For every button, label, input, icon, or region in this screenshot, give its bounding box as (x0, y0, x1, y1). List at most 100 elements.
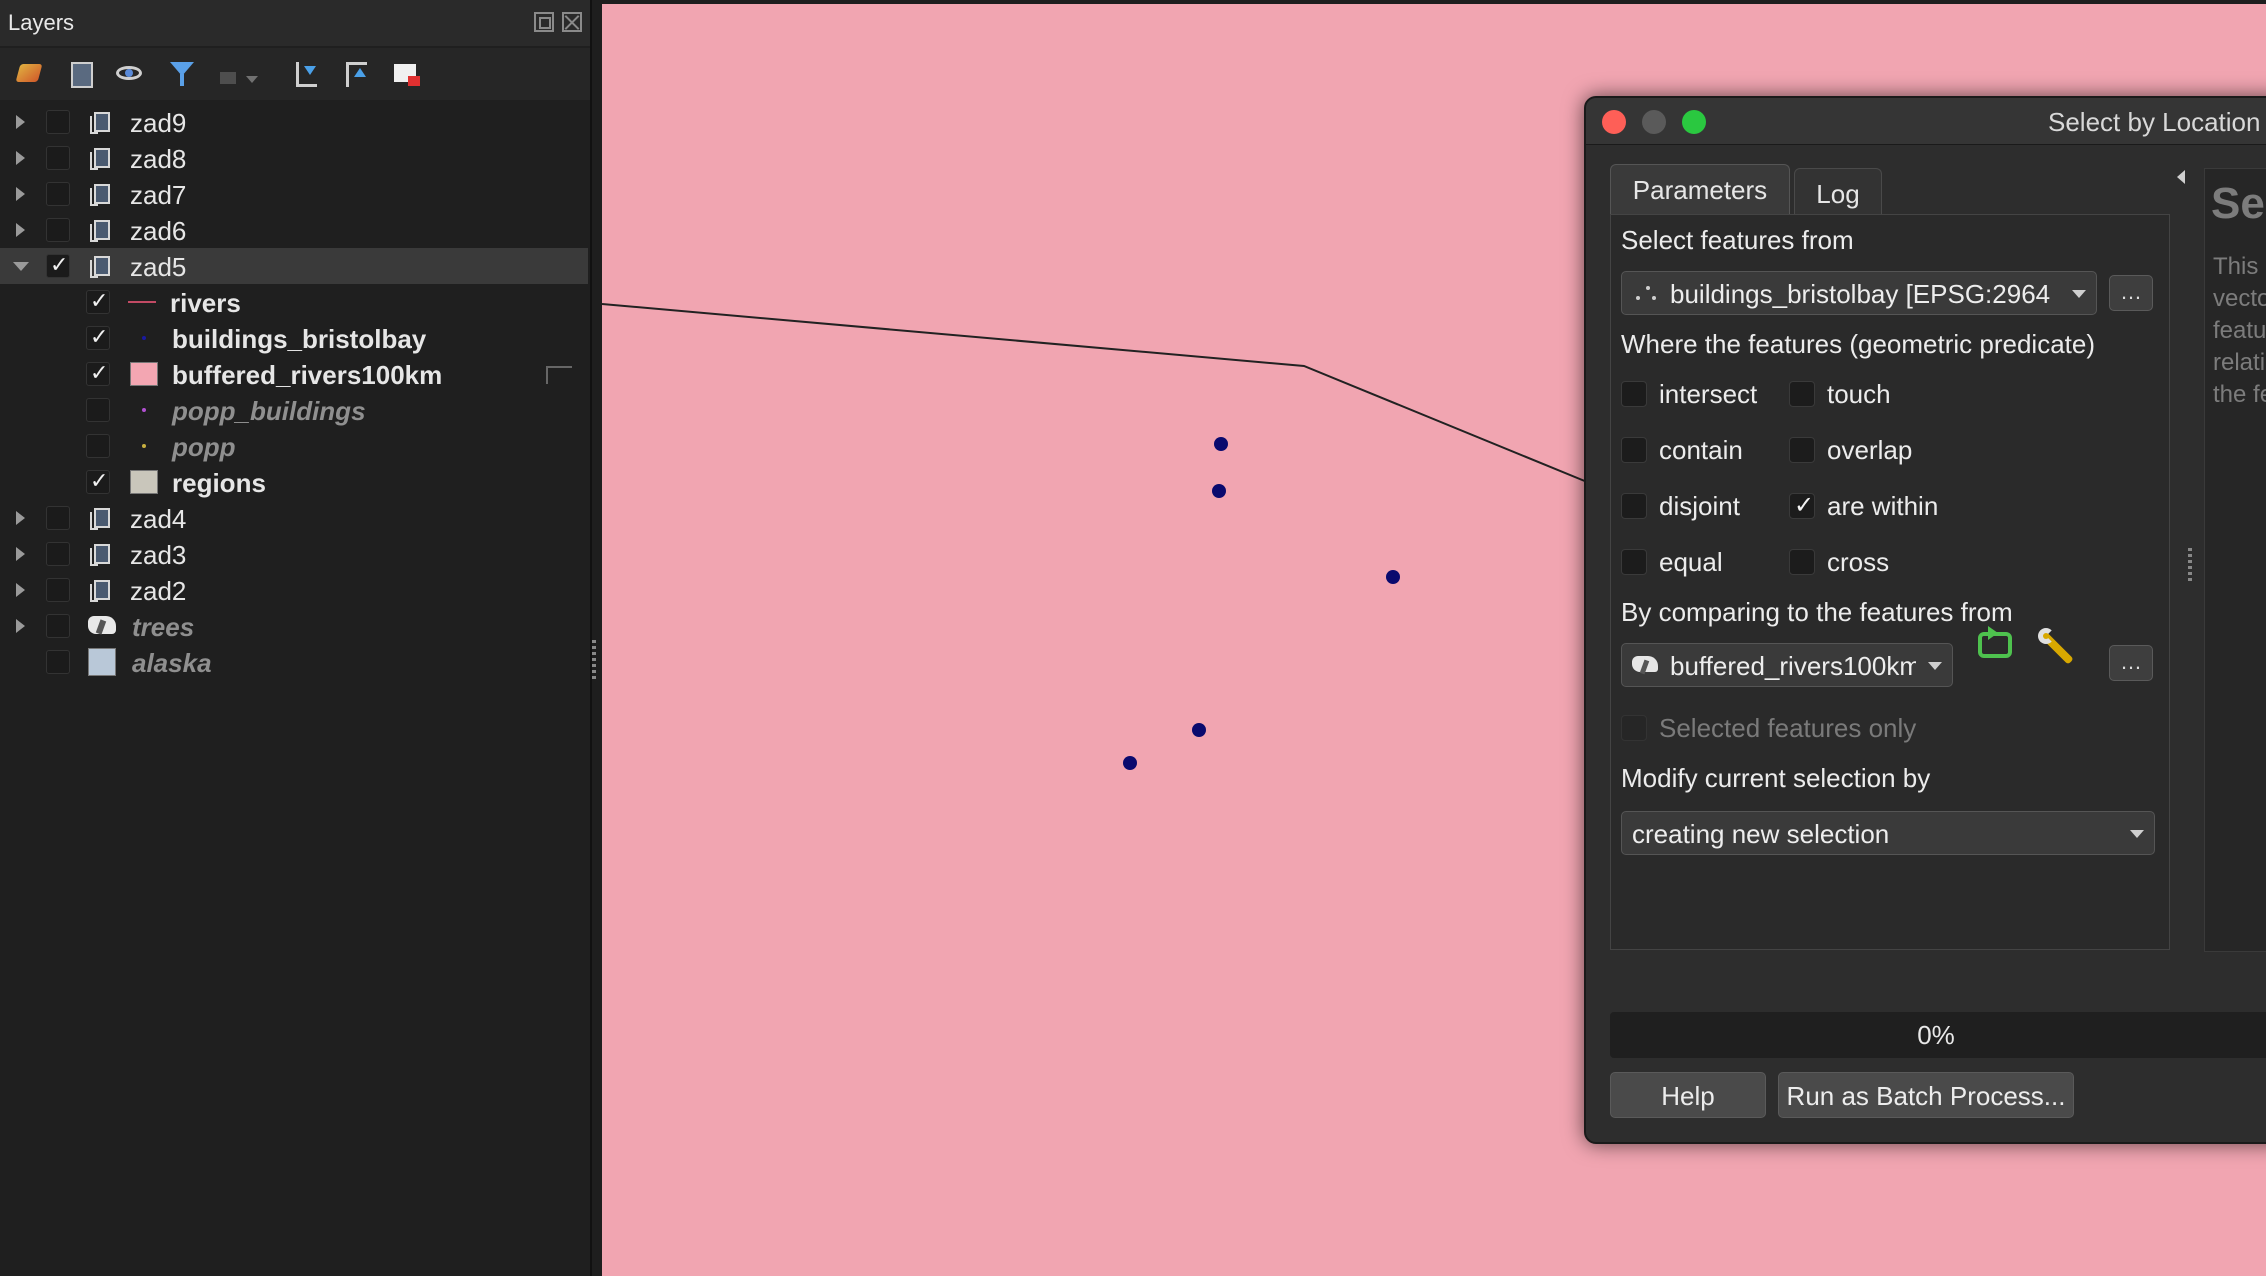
building-point (1192, 723, 1206, 737)
filter-legend-icon[interactable] (166, 58, 198, 90)
layer-popp-buildings[interactable]: popp_buildings (0, 392, 588, 428)
intersect-label: intersect (1659, 379, 1758, 409)
layer-visibility-checkbox[interactable] (86, 469, 110, 494)
window-minimize-icon[interactable] (1642, 110, 1666, 134)
layer-group-icon (90, 182, 114, 206)
expand-arrow-icon[interactable] (16, 151, 25, 165)
collapse-help-arrow-icon[interactable] (2177, 170, 2185, 184)
building-point (1214, 437, 1228, 451)
building-point (1212, 484, 1226, 498)
are-within-checkbox[interactable] (1789, 491, 1815, 519)
layer-group-zad7[interactable]: zad7 (0, 176, 588, 212)
manage-visibility-eye-icon[interactable] (114, 58, 146, 90)
layer-visibility-checkbox[interactable] (86, 361, 110, 386)
overlap-checkbox[interactable] (1789, 437, 1815, 463)
chevron-down-icon (2130, 830, 2144, 838)
layer-visibility-checkbox[interactable] (46, 542, 70, 566)
predicate-label: Where the features (geometric predicate) (1621, 329, 2095, 359)
select-features-options-button[interactable]: … (2109, 275, 2153, 311)
float-panel-icon[interactable] (534, 12, 554, 32)
tab-parameters[interactable]: Parameters (1610, 164, 1790, 214)
filter-by-expression-dropdown-icon[interactable] (216, 58, 258, 90)
layer-visibility-checkbox[interactable] (46, 218, 70, 242)
layer-visibility-checkbox[interactable] (46, 578, 70, 602)
mesh-layer-icon (88, 614, 116, 638)
help-button[interactable]: Help (1610, 1072, 1766, 1118)
layer-visibility-checkbox[interactable] (46, 146, 70, 170)
layer-visibility-checkbox[interactable] (46, 506, 70, 530)
building-point (1123, 756, 1137, 770)
layer-group-zad8[interactable]: zad8 (0, 140, 588, 176)
expand-arrow-icon[interactable] (16, 511, 25, 525)
compare-features-options-button[interactable]: … (2109, 645, 2153, 681)
layer-visibility-checkbox[interactable] (86, 434, 110, 458)
open-styling-panel-icon[interactable] (14, 58, 46, 90)
touch-checkbox[interactable] (1789, 381, 1815, 407)
layer-visibility-checkbox[interactable] (46, 650, 70, 674)
equal-checkbox[interactable] (1621, 549, 1647, 575)
window-close-icon[interactable] (1602, 110, 1626, 134)
chevron-down-icon (2072, 290, 2086, 298)
disjoint-checkbox[interactable] (1621, 493, 1647, 519)
layer-buffered-rivers100km[interactable]: buffered_rivers100km (0, 356, 588, 392)
layer-visibility-checkbox[interactable] (86, 398, 110, 422)
layer-rivers[interactable]: rivers (0, 284, 588, 320)
expand-arrow-icon[interactable] (16, 619, 25, 633)
remove-layer-icon[interactable] (390, 58, 422, 90)
layer-label: zad5 (130, 252, 187, 282)
expand-all-icon[interactable] (290, 58, 322, 90)
layer-group-zad9[interactable]: zad9 (0, 104, 588, 140)
run-as-batch-button[interactable]: Run as Batch Process... (1778, 1072, 2074, 1118)
layer-group-zad2[interactable]: zad2 (0, 572, 588, 608)
layer-group-zad4[interactable]: zad4 (0, 500, 588, 536)
panel-splitter-handle[interactable] (592, 640, 596, 680)
select-features-from-combo[interactable]: buildings_bristolbay [EPSG:2964 (1621, 271, 2097, 315)
add-group-icon[interactable] (66, 58, 98, 90)
layer-visibility-checkbox[interactable] (46, 182, 70, 206)
expand-arrow-icon[interactable] (16, 115, 25, 129)
layer-group-zad6[interactable]: zad6 (0, 212, 588, 248)
layer-group-zad5[interactable]: zad5 (0, 248, 588, 284)
parameters-panel: Select features from buildings_bristolba… (1610, 214, 2170, 950)
advanced-settings-wrench-icon[interactable] (2034, 624, 2078, 668)
close-panel-icon[interactable] (562, 12, 582, 32)
help-title: Sel (2211, 179, 2266, 228)
layer-visibility-checkbox[interactable] (86, 325, 110, 350)
help-text-line: relati (2213, 349, 2266, 376)
tab-log[interactable]: Log (1794, 168, 1882, 214)
layer-visibility-checkbox[interactable] (46, 253, 70, 278)
layer-trees[interactable]: trees (0, 608, 588, 644)
iterate-over-features-icon[interactable] (1974, 626, 2018, 666)
expand-arrow-icon[interactable] (16, 187, 25, 201)
layer-regions[interactable]: regions (0, 464, 588, 500)
modify-selection-combo[interactable]: creating new selection (1621, 811, 2155, 855)
layer-alaska[interactable]: alaska (0, 644, 588, 680)
layer-label: zad6 (130, 216, 187, 246)
tab-label: Log (1816, 179, 1860, 209)
window-maximize-icon[interactable] (1682, 110, 1706, 134)
compare-features-combo[interactable]: buffered_rivers100km (1621, 643, 1953, 687)
intersect-checkbox[interactable] (1621, 381, 1647, 407)
expand-arrow-icon[interactable] (16, 583, 25, 597)
layer-buildings-bristolbay[interactable]: buildings_bristolbay (0, 320, 588, 356)
progress-bar: 0% (1610, 1012, 2266, 1058)
help-text-line: This (2213, 253, 2259, 280)
contain-checkbox[interactable] (1621, 437, 1647, 463)
collapse-all-icon[interactable] (340, 58, 372, 90)
help-text-line: featu (2213, 317, 2266, 344)
collapse-arrow-icon[interactable] (13, 262, 29, 271)
layer-visibility-checkbox[interactable] (46, 110, 70, 134)
layer-visibility-checkbox[interactable] (46, 614, 70, 638)
layer-label: zad8 (130, 144, 187, 174)
expand-arrow-icon[interactable] (16, 547, 25, 561)
dialog-titlebar[interactable]: Select by Location (1586, 98, 2266, 145)
cross-checkbox[interactable] (1789, 549, 1815, 575)
help-splitter-handle[interactable] (2188, 548, 2192, 584)
layer-visibility-checkbox[interactable] (86, 289, 110, 314)
cross-label: cross (1827, 547, 1890, 577)
selected-features-only-checkbox[interactable] (1621, 715, 1647, 741)
layer-popp[interactable]: popp (0, 428, 588, 464)
expand-arrow-icon[interactable] (16, 223, 25, 237)
selected-features-only-label: Selected features only (1659, 713, 1917, 743)
layer-group-zad3[interactable]: zad3 (0, 536, 588, 572)
